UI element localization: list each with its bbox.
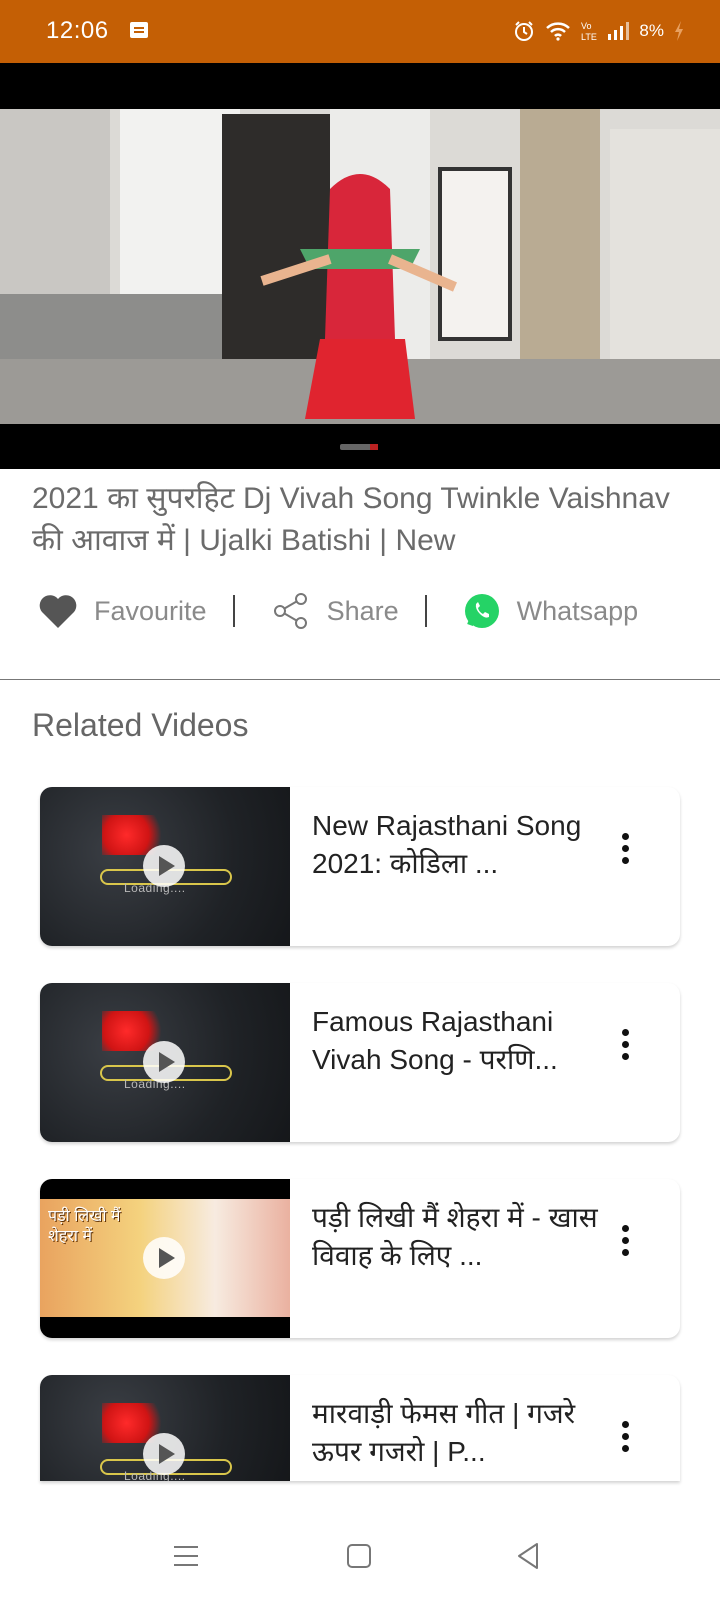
play-icon[interactable] (143, 1433, 185, 1475)
related-video-title[interactable]: मारवाड़ी फेमस गीत | गजरे ऊपर गजरो | P... (312, 1395, 612, 1471)
video-progress-indicator (340, 444, 378, 450)
action-row: Favourite Share Whatsapp (38, 586, 698, 636)
notification-icon (130, 22, 148, 38)
svg-text:LTE: LTE (581, 32, 597, 42)
share-label: Share (326, 595, 399, 626)
favourite-label: Favourite (94, 595, 207, 626)
video-title: 2021 का सुपरहिट Dj Vivah Song Twinkle Va… (32, 482, 670, 557)
separator (424, 595, 427, 627)
svg-text:Vo: Vo (581, 21, 592, 31)
more-options-icon[interactable] (618, 1225, 632, 1265)
signal-icon (608, 22, 630, 40)
volte-icon: Vo LTE (581, 21, 597, 42)
whatsapp-label: Whatsapp (516, 595, 639, 626)
wifi-icon (546, 22, 571, 41)
favourite-button[interactable]: Favourite (38, 593, 207, 629)
video-frame[interactable] (0, 109, 720, 424)
video-thumbnail[interactable]: पड़ी लिखी मैं शेहरा में (40, 1179, 290, 1338)
divider (0, 679, 720, 680)
more-options-icon[interactable] (618, 833, 632, 873)
whatsapp-icon (464, 594, 499, 628)
play-icon[interactable] (143, 845, 185, 887)
video-player[interactable] (0, 63, 720, 469)
related-video-title[interactable]: New Rajasthani Song 2021: कोडिला ... (312, 807, 612, 883)
system-navigation-bar (0, 1510, 720, 1600)
thumbnail-poster-text: पड़ी लिखी मैं शेहरा में (48, 1208, 121, 1245)
alarm-icon (515, 21, 534, 41)
play-icon[interactable] (143, 1041, 185, 1083)
play-icon[interactable] (143, 1237, 185, 1279)
clock: 12:06 (46, 17, 109, 44)
share-icon (273, 593, 307, 629)
video-thumbnail[interactable]: Loading.... (40, 983, 290, 1142)
related-video-card[interactable]: Loading.... New Rajasthani Song 2021: को… (40, 787, 680, 946)
more-options-icon[interactable] (618, 1421, 632, 1461)
menu-icon[interactable] (168, 1538, 204, 1574)
separator (232, 595, 235, 627)
heart-icon (39, 595, 77, 628)
related-video-card[interactable]: पड़ी लिखी मैं शेहरा में पड़ी लिखी मैं शे… (40, 1179, 680, 1338)
related-video-title[interactable]: Famous Rajasthani Vivah Song - परणि... (312, 1003, 612, 1079)
status-icons: Vo LTE 8% (513, 18, 684, 44)
whatsapp-button[interactable]: Whatsapp (463, 592, 639, 630)
more-options-icon[interactable] (618, 1029, 632, 1069)
video-thumbnail[interactable]: Loading.... (40, 787, 290, 946)
back-icon[interactable] (510, 1538, 546, 1574)
related-video-title[interactable]: पड़ी लिखी मैं शेहरा में - खास विवाह के ल… (312, 1199, 612, 1275)
video-thumbnail[interactable]: Loading.... (40, 1375, 290, 1481)
home-icon[interactable] (341, 1538, 377, 1574)
related-video-card[interactable]: Loading.... मारवाड़ी फेमस गीत | गजरे ऊपर… (40, 1375, 680, 1481)
battery-level: 8% (639, 21, 664, 40)
related-video-card[interactable]: Loading.... Famous Rajasthani Vivah Song… (40, 983, 680, 1142)
status-bar: 12:06 Vo LTE 8% (0, 0, 720, 63)
battery-icon (675, 21, 683, 41)
related-videos-heading: Related Videos (32, 707, 249, 743)
video-still-image (0, 109, 720, 424)
share-button[interactable]: Share (271, 591, 399, 631)
